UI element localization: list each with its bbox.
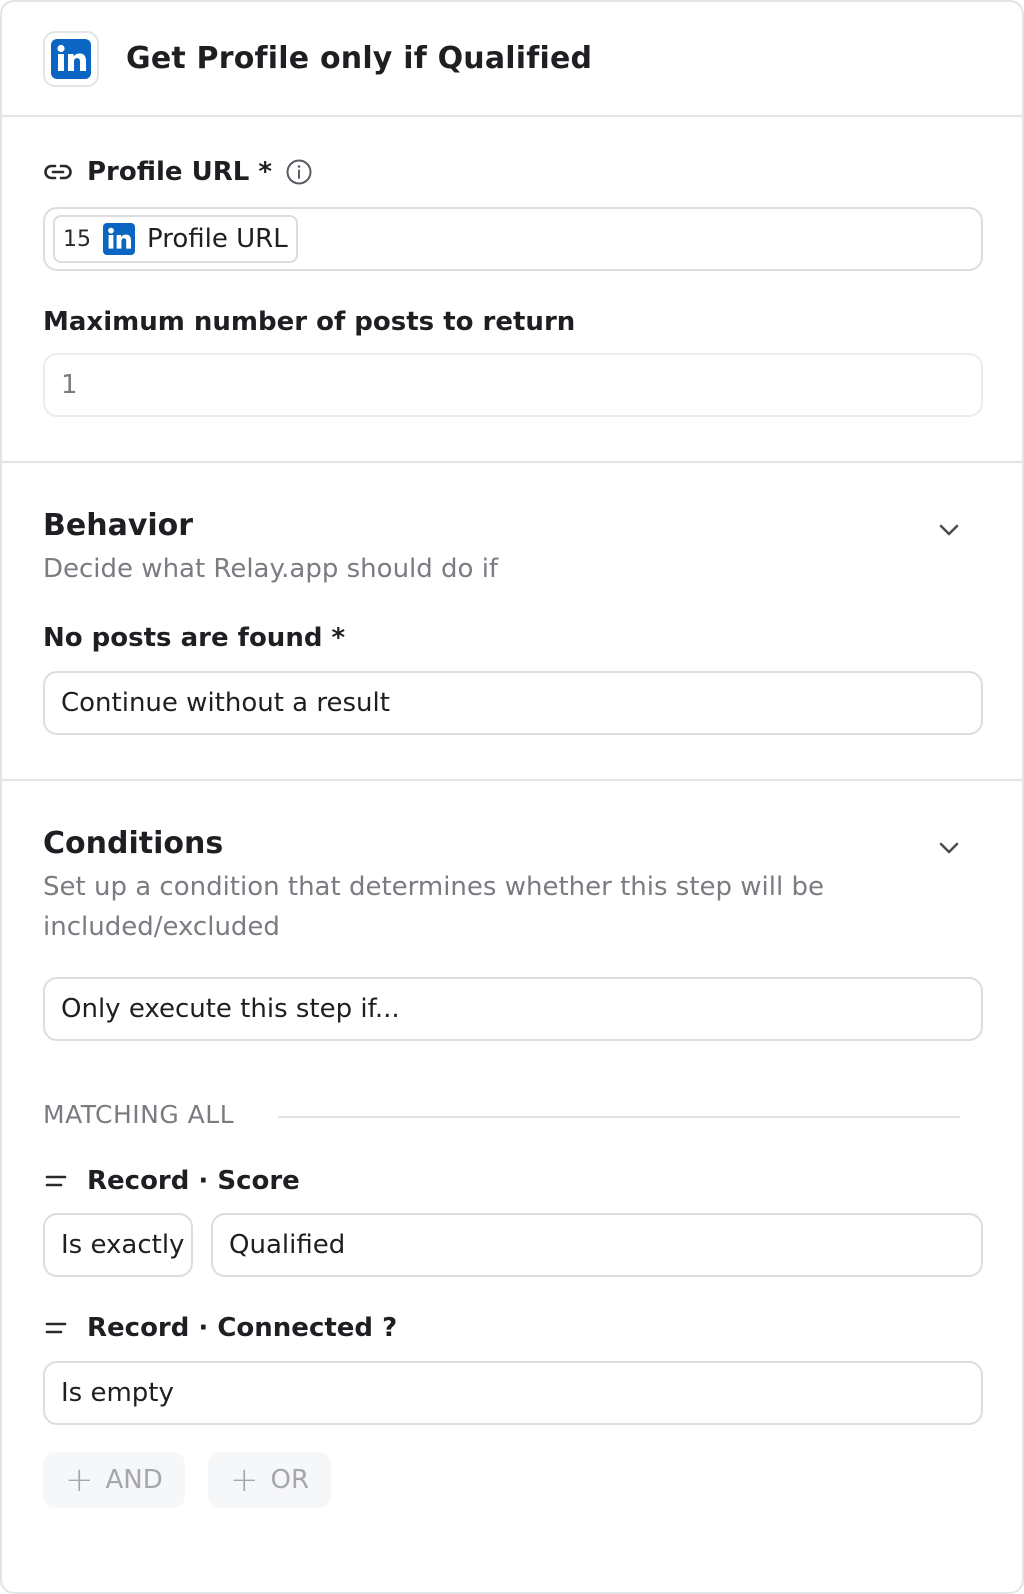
linkedin-app-badge [43, 30, 99, 87]
panel-header: Get Profile only if Qualified [2, 2, 1022, 117]
no-posts-label-text: No posts are found * [43, 623, 346, 653]
condition-field-label: Record · Connected ? [43, 1313, 397, 1343]
linkedin-icon [103, 223, 135, 255]
plus-icon: + [230, 1460, 259, 1500]
equals-icon [43, 1167, 71, 1195]
profile-url-label-row: Profile URL * [43, 157, 313, 187]
link-icon [43, 157, 73, 187]
add-and-label: AND [105, 1465, 163, 1495]
behavior-description: Decide what Relay.app should do if [43, 554, 499, 584]
execute-condition-select[interactable]: Only execute this step if... [43, 977, 983, 1041]
condition-field-label: Record · Score [43, 1166, 300, 1196]
profile-url-field[interactable]: 15 Profile URL [43, 207, 983, 271]
info-icon[interactable] [285, 158, 313, 186]
add-and-button[interactable]: + AND [43, 1452, 185, 1508]
token-step-number: 15 [63, 226, 91, 252]
step-title: Get Profile only if Qualified [126, 41, 593, 76]
conditions-section: Conditions Set up a condition that deter… [2, 781, 1022, 1592]
condition-field-text: Record · Connected ? [87, 1313, 398, 1343]
inputs-section: Profile URL * 15 Profile URL Maximum num… [2, 117, 1022, 463]
divider [278, 1116, 960, 1118]
chevron-down-icon[interactable] [936, 517, 962, 543]
conditions-description: Set up a condition that determines wheth… [43, 872, 824, 942]
profile-url-label: Profile URL * [87, 157, 272, 187]
token-label: Profile URL [147, 224, 288, 254]
add-or-label: OR [270, 1465, 310, 1495]
no-posts-value: Continue without a result [61, 688, 390, 718]
execute-condition-value: Only execute this step if... [61, 994, 400, 1024]
add-or-button[interactable]: + OR [208, 1452, 332, 1508]
no-posts-label: No posts are found * [43, 623, 345, 653]
condition-value: Qualified [229, 1230, 346, 1260]
condition-field-text: Record · Score [87, 1166, 300, 1196]
max-posts-label-text: Maximum number of posts to return [43, 307, 576, 337]
profile-url-token[interactable]: 15 Profile URL [53, 215, 298, 263]
no-posts-select[interactable]: Continue without a result [43, 671, 983, 735]
linkedin-icon [51, 38, 91, 79]
max-posts-label: Maximum number of posts to return [43, 307, 575, 337]
plus-icon: + [65, 1460, 94, 1500]
max-posts-placeholder: 1 [61, 370, 78, 400]
condition-value-input[interactable]: Qualified [211, 1213, 983, 1277]
chevron-down-icon[interactable] [936, 835, 962, 861]
step-config-panel: Get Profile only if Qualified Profile UR… [0, 0, 1024, 1594]
matching-all-label: MATCHING ALL [43, 1100, 235, 1129]
max-posts-input[interactable]: 1 [43, 353, 983, 417]
operator-value: Is exactly [61, 1230, 185, 1260]
conditions-heading: Conditions [43, 826, 224, 861]
operator-select[interactable]: Is empty [43, 1361, 983, 1425]
operator-select[interactable]: Is exactly [43, 1213, 193, 1277]
equals-icon [43, 1314, 71, 1342]
operator-value: Is empty [61, 1378, 174, 1408]
behavior-section: Behavior Decide what Relay.app should do… [2, 463, 1022, 781]
behavior-heading: Behavior [43, 508, 194, 543]
